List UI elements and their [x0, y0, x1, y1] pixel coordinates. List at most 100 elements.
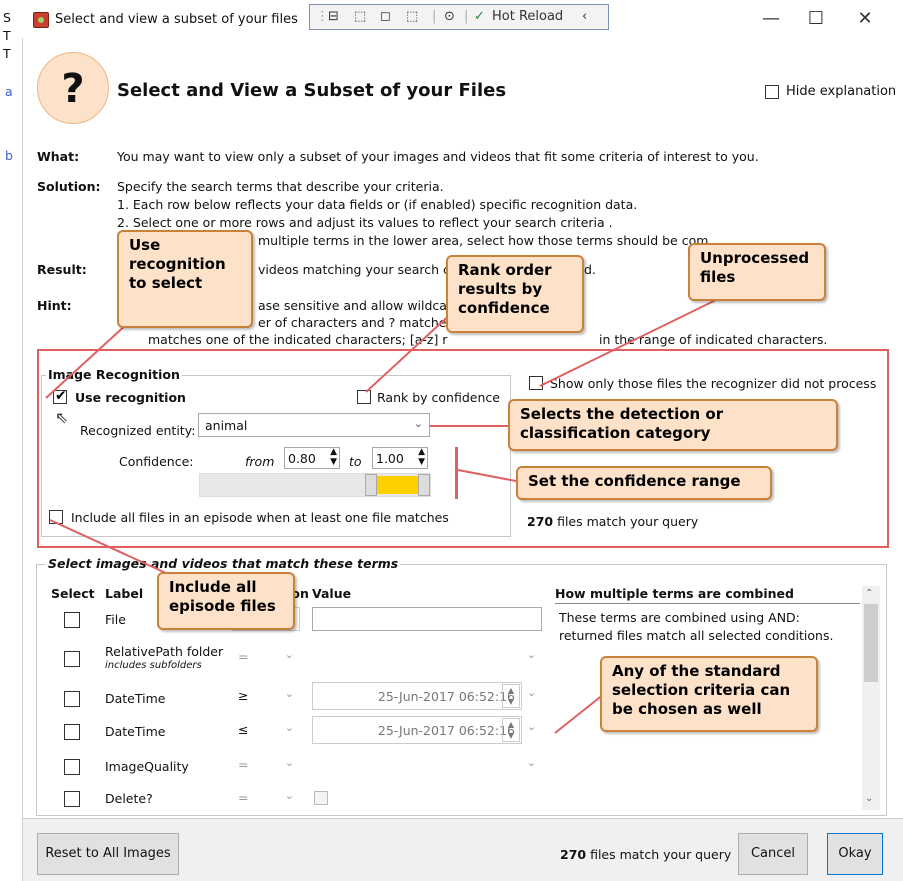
display-adorners-icon[interactable]: ◻	[380, 9, 391, 24]
from-label: from	[245, 454, 275, 469]
scroll-down-icon[interactable]: ⌄	[865, 793, 873, 804]
range-low-thumb[interactable]	[364, 474, 377, 496]
scroll-up-icon[interactable]: ⌃	[865, 588, 873, 599]
row-expression-dropdown[interactable]: = ⌄	[232, 786, 300, 810]
show-unprocessed-label: Show only those files the recognizer did…	[550, 376, 877, 391]
row-select-checkbox[interactable]	[64, 724, 80, 740]
chevron-down-icon[interactable]: ⌄	[527, 686, 536, 699]
row-expression-dropdown[interactable]: = ⌄	[232, 645, 300, 669]
chevron-down-icon: ⌄	[284, 721, 294, 734]
row-label: Delete?	[105, 791, 153, 806]
confidence-range-slider[interactable]	[199, 473, 431, 497]
row-expression-dropdown[interactable]: ≤ ⌄	[232, 718, 300, 742]
row-expression-dropdown[interactable]: = ⌄	[232, 753, 300, 777]
okay-button[interactable]: Okay	[827, 833, 883, 875]
spin-down-icon[interactable]: ▼	[330, 457, 337, 467]
use-recognition-checkbox[interactable]	[53, 388, 67, 404]
what-text: You may want to view only a subset of yo…	[117, 149, 759, 164]
recognition-match-count: 270 files match your query	[527, 514, 699, 529]
row-label: File	[105, 612, 126, 627]
hide-explanation-checkbox[interactable]	[765, 85, 779, 99]
relativepath-value-dropdown[interactable]: ⌄	[312, 645, 542, 669]
delete-value-checkbox[interactable]	[314, 791, 328, 805]
spin-up-icon[interactable]: ▲	[418, 447, 425, 457]
expression-value: =	[238, 649, 249, 664]
reset-button[interactable]: Reset to All Images	[37, 833, 179, 875]
maximize-button[interactable]: ☐	[801, 8, 831, 30]
hint-line: in the range of indicated characters.	[599, 332, 828, 347]
datetime-spin-icon[interactable]: ▲ ▼	[502, 718, 520, 742]
imagequality-value-dropdown[interactable]: ⌄	[312, 753, 542, 777]
hint-line: ase sensitive and allow wildcard	[258, 298, 460, 313]
row-label: ImageQuality	[105, 759, 189, 774]
row-select-checkbox[interactable]	[64, 791, 80, 807]
cancel-button[interactable]: Cancel	[738, 833, 808, 875]
select-element-icon[interactable]: ⬚	[354, 9, 366, 24]
callout-rank-order: Rank order results by confidence	[446, 255, 584, 333]
include-episode-checkbox[interactable]	[49, 510, 63, 524]
spin-up-icon[interactable]: ▲	[330, 447, 337, 457]
background-window-strip: S T T a b	[0, 0, 22, 881]
hot-reload-label[interactable]: Hot Reload	[492, 9, 563, 24]
row-label: DateTime	[105, 724, 166, 739]
hint-line: matches one of the indicated characters;…	[148, 332, 448, 347]
chevron-down-icon[interactable]: ⌄	[527, 720, 536, 733]
confidence-from-spinner[interactable]: 0.80 ▲ ▼	[284, 447, 340, 469]
row-select-checkbox[interactable]	[64, 651, 80, 667]
callout-confidence-range: Set the confidence range	[516, 466, 772, 500]
divider	[555, 603, 860, 604]
confidence-to-value: 1.00	[376, 451, 404, 466]
row-select-checkbox[interactable]	[64, 759, 80, 775]
solution-line: 2. Select one or more rows and adjust it…	[117, 215, 613, 230]
binding-icon[interactable]: ⊙	[444, 9, 455, 24]
callout-episode: Include all episode files	[157, 572, 295, 630]
background-text: T	[3, 46, 11, 61]
chevron-down-icon: ⌄	[284, 687, 294, 700]
confidence-to-spinner[interactable]: 1.00 ▲ ▼	[372, 447, 428, 469]
datetime-to-picker[interactable]: 25-Jun-2017 06:52:16	[312, 716, 522, 744]
scroll-thumb[interactable]	[864, 604, 878, 682]
footer-match-count: 270 files match your query	[560, 847, 732, 862]
what-label: What:	[37, 149, 80, 164]
hint-label: Hint:	[37, 298, 72, 313]
datetime-spin-icon[interactable]: ▲ ▼	[502, 684, 520, 708]
expression-value: ≥	[238, 688, 249, 703]
use-recognition-label: Use recognition	[75, 390, 186, 405]
expression-value: =	[238, 790, 249, 805]
combined-title: How multiple terms are combined	[555, 586, 794, 601]
datetime-from-picker[interactable]: 25-Jun-2017 06:52:16	[312, 682, 522, 710]
spin-down-icon[interactable]: ▼	[418, 457, 425, 467]
chevron-down-icon: ⌄	[526, 648, 536, 661]
callout-detection: Selects the detection or classification c…	[508, 399, 838, 451]
terms-group-label: Select images and videos that match thes…	[46, 556, 401, 571]
confidence-label: Confidence:	[119, 454, 194, 469]
col-header-value: Value	[312, 586, 352, 601]
terms-scrollbar[interactable]: ⌃ ⌄	[862, 586, 880, 810]
show-unprocessed-checkbox[interactable]	[529, 376, 543, 390]
expression-value: ≤	[238, 722, 249, 737]
expression-value: =	[238, 757, 249, 772]
result-text: d.	[584, 262, 596, 277]
datetime-value: 25-Jun-2017 06:52:16	[377, 723, 515, 738]
help-question-icon: ?	[37, 52, 109, 124]
track-focus-icon[interactable]: ⬚	[406, 9, 418, 24]
file-value-input[interactable]	[312, 607, 542, 631]
row-label: DateTime	[105, 691, 166, 706]
range-high-thumb[interactable]	[418, 474, 430, 496]
result-label: Result:	[37, 262, 87, 277]
combined-text: These terms are combined using AND:	[559, 610, 800, 625]
image-recognition-group-label: Image Recognition	[46, 367, 182, 382]
recognized-entity-dropdown[interactable]: animal ⌄	[198, 413, 430, 437]
solution-label: Solution:	[37, 179, 101, 194]
collapse-chevron-icon[interactable]: ‹	[582, 9, 587, 24]
live-tree-icon[interactable]: ⊟	[328, 9, 339, 24]
close-button[interactable]: ✕	[850, 8, 880, 30]
rank-by-confidence-checkbox[interactable]	[357, 390, 371, 404]
row-select-checkbox[interactable]	[64, 612, 80, 628]
minimize-button[interactable]: —	[756, 8, 786, 30]
app-icon	[33, 12, 49, 28]
row-expression-dropdown[interactable]: ≥ ⌄	[232, 684, 300, 708]
background-text: S	[3, 10, 11, 25]
row-sublabel: includes subfolders	[105, 660, 202, 671]
row-select-checkbox[interactable]	[64, 691, 80, 707]
